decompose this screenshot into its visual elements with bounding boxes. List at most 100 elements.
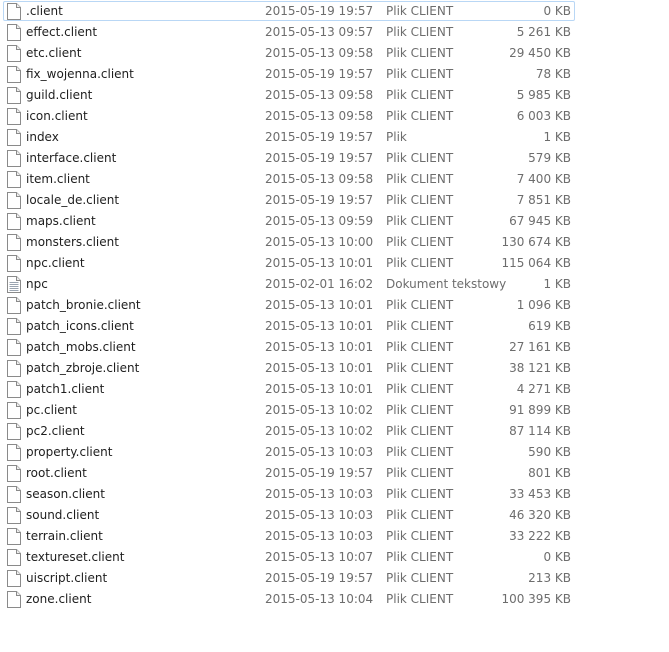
blank-file-icon	[7, 423, 21, 440]
file-type: Plik CLIENT	[386, 508, 454, 522]
file-row[interactable]: terrain.client 2015-05-13 10:03 Plik CLIEN…	[3, 526, 575, 546]
file-row[interactable]: index 2015-05-19 19:57 Plik 1 KB	[3, 127, 575, 147]
file-row[interactable]: guild.client 2015-05-13 09:58 Plik CLIENT 5…	[3, 85, 575, 105]
file-row[interactable]: textureset.client 2015-05-13 10:07 Plik CL…	[3, 547, 575, 567]
file-name: patch_mobs.client	[26, 340, 136, 354]
blank-file-icon	[7, 465, 21, 482]
file-name: patch1.client	[26, 382, 105, 396]
file-row[interactable]: property.client 2015-05-13 10:03 Plik CLIE…	[3, 442, 575, 462]
file-type: Plik CLIENT	[386, 319, 454, 333]
file-type: Dokument tekstowy	[386, 277, 507, 291]
blank-file-icon	[7, 108, 21, 125]
blank-file-icon	[7, 507, 21, 524]
file-row[interactable]: patch_icons.client 2015-05-13 10:01 Plik C…	[3, 316, 575, 336]
file-date-modified: 2015-05-19 19:57	[265, 130, 374, 144]
file-row[interactable]: season.client 2015-05-13 10:03 Plik CLIENT…	[3, 484, 575, 504]
file-size: 1 KB	[543, 277, 571, 291]
file-name: sound.client	[26, 508, 100, 522]
blank-file-icon	[7, 87, 21, 104]
file-size: 91 899 KB	[509, 403, 571, 417]
file-row[interactable]: sound.client 2015-05-13 10:03 Plik CLIENT 4…	[3, 505, 575, 525]
file-row[interactable]: icon.client 2015-05-13 09:58 Plik CLIENT 6 …	[3, 106, 575, 126]
file-size: 579 KB	[528, 151, 571, 165]
file-type: Plik CLIENT	[386, 445, 454, 459]
file-row[interactable]: patch_mobs.client 2015-05-13 10:01 Plik CL…	[3, 337, 575, 357]
file-date-modified: 2015-05-19 19:57	[265, 571, 374, 585]
file-row[interactable]: npc 2015-02-01 16:02 Dokument tekstowy 1 KB	[3, 274, 575, 294]
file-date-modified: 2015-05-13 10:00	[265, 235, 374, 249]
file-date-modified: 2015-05-13 10:02	[265, 424, 374, 438]
file-row[interactable]: interface.client 2015-05-19 19:57 Plik CLI…	[3, 148, 575, 168]
file-type: Plik CLIENT	[386, 592, 454, 606]
file-name: interface.client	[26, 151, 117, 165]
file-type: Plik CLIENT	[386, 88, 454, 102]
file-type: Plik CLIENT	[386, 235, 454, 249]
blank-file-icon	[7, 129, 21, 146]
blank-file-icon	[7, 339, 21, 356]
file-date-modified: 2015-05-13 10:03	[265, 529, 374, 543]
file-size: 0 KB	[543, 550, 571, 564]
file-date-modified: 2015-05-19 19:57	[265, 67, 374, 81]
file-row[interactable]: root.client 2015-05-19 19:57 Plik CLIENT 80…	[3, 463, 575, 483]
file-date-modified: 2015-05-13 10:03	[265, 487, 374, 501]
file-row[interactable]: uiscript.client 2015-05-19 19:57 Plik CLIE…	[3, 568, 575, 588]
file-name: locale_de.client	[26, 193, 120, 207]
file-row[interactable]: patch_zbroje.client 2015-05-13 10:01 Plik …	[3, 358, 575, 378]
file-list[interactable]: .client 2015-05-19 19:57 Plik CLIENT 0 KB ef…	[0, 0, 669, 652]
file-row[interactable]: zone.client 2015-05-13 10:04 Plik CLIENT 10…	[3, 589, 575, 609]
blank-file-icon	[7, 444, 21, 461]
file-date-modified: 2015-05-13 10:01	[265, 382, 374, 396]
blank-file-icon	[7, 528, 21, 545]
file-name: icon.client	[26, 109, 88, 123]
file-size: 78 KB	[535, 67, 571, 81]
blank-file-icon	[7, 297, 21, 314]
file-row[interactable]: monsters.client 2015-05-13 10:00 Plik CLIE…	[3, 232, 575, 252]
file-type: Plik CLIENT	[386, 298, 454, 312]
file-row[interactable]: maps.client 2015-05-13 09:59 Plik CLIENT 67…	[3, 211, 575, 231]
file-size: 4 271 KB	[516, 382, 571, 396]
file-size: 7 400 KB	[516, 172, 571, 186]
file-row[interactable]: pc2.client 2015-05-13 10:02 Plik CLIENT 87 …	[3, 421, 575, 441]
file-date-modified: 2015-05-19 19:57	[265, 193, 374, 207]
file-date-modified: 2015-05-13 10:03	[265, 508, 374, 522]
blank-file-icon	[7, 150, 21, 167]
blank-file-icon	[7, 192, 21, 209]
file-type: Plik CLIENT	[386, 361, 454, 375]
file-size: 619 KB	[528, 319, 571, 333]
file-size: 38 121 KB	[509, 361, 571, 375]
file-size: 213 KB	[528, 571, 571, 585]
file-type: Plik CLIENT	[386, 487, 454, 501]
file-row[interactable]: etc.client 2015-05-13 09:58 Plik CLIENT 29 …	[3, 43, 575, 63]
file-row[interactable]: locale_de.client 2015-05-19 19:57 Plik CLI…	[3, 190, 575, 210]
file-row[interactable]: item.client 2015-05-13 09:58 Plik CLIENT 7 …	[3, 169, 575, 189]
file-row[interactable]: patch1.client 2015-05-13 10:01 Plik CLIENT…	[3, 379, 575, 399]
file-row[interactable]: fix_wojenna.client 2015-05-19 19:57 Plik C…	[3, 64, 575, 84]
file-type: Plik CLIENT	[386, 193, 454, 207]
file-row[interactable]: pc.client 2015-05-13 10:02 Plik CLIENT 91 8…	[3, 400, 575, 420]
file-size: 1 096 KB	[516, 298, 571, 312]
file-type: Plik CLIENT	[386, 340, 454, 354]
file-row[interactable]: .client 2015-05-19 19:57 Plik CLIENT 0 KB	[3, 1, 575, 21]
file-type: Plik CLIENT	[386, 109, 454, 123]
file-date-modified: 2015-05-19 19:57	[265, 466, 374, 480]
file-size: 7 851 KB	[516, 193, 571, 207]
blank-file-icon	[7, 570, 21, 587]
blank-file-icon	[7, 549, 21, 566]
blank-file-icon	[7, 171, 21, 188]
file-row[interactable]: patch_bronie.client 2015-05-13 10:01 Plik …	[3, 295, 575, 315]
file-row[interactable]: effect.client 2015-05-13 09:57 Plik CLIENT…	[3, 22, 575, 42]
file-size: 0 KB	[543, 4, 571, 18]
file-size: 29 450 KB	[509, 46, 571, 60]
file-type: Plik CLIENT	[386, 151, 454, 165]
file-name: npc.client	[26, 256, 85, 270]
blank-file-icon	[7, 66, 21, 83]
file-type: Plik CLIENT	[386, 214, 454, 228]
file-date-modified: 2015-05-13 10:01	[265, 361, 374, 375]
file-size: 33 222 KB	[509, 529, 571, 543]
blank-file-icon	[7, 45, 21, 62]
file-row[interactable]: npc.client 2015-05-13 10:01 Plik CLIENT 115…	[3, 253, 575, 273]
file-name: patch_icons.client	[26, 319, 134, 333]
file-type: Plik CLIENT	[386, 571, 454, 585]
file-name: textureset.client	[26, 550, 125, 564]
file-name: pc.client	[26, 403, 77, 417]
